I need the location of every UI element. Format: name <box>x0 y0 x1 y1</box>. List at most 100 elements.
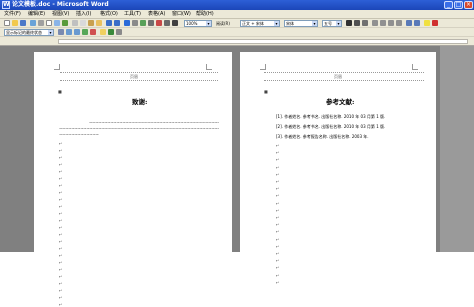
menu-insert[interactable]: 插入(I) <box>76 11 91 18</box>
font-size-select[interactable]: 五号 ▾ <box>322 20 342 27</box>
page-header[interactable]: 页眉 <box>60 72 218 81</box>
crop-mark <box>412 64 418 70</box>
reference-item: [3]. 作者姓名. 参考报告名称. 出版社名称. 2003 年. <box>276 134 369 139</box>
paragraph-mark: ↵ <box>59 288 63 293</box>
previous-change-icon[interactable] <box>66 29 72 35</box>
paragraph-mark: ↵ <box>59 281 63 286</box>
reading-button[interactable]: 阅读(R) <box>216 20 230 27</box>
excel-icon[interactable] <box>140 20 146 26</box>
spelling-icon[interactable] <box>62 20 68 26</box>
menu-window[interactable]: 窗口(W) <box>172 11 191 18</box>
page-right[interactable]: 页眉 ■ 参考文献: [1]. 作者姓名. 参考书名. 出版社名称. 2010 … <box>240 52 436 284</box>
chevron-down-icon[interactable]: ▾ <box>336 21 341 26</box>
track-changes-icon[interactable] <box>108 29 114 35</box>
permission-icon[interactable] <box>30 20 36 26</box>
references-heading: 参考文献: <box>326 98 355 106</box>
chevron-down-icon[interactable]: ▾ <box>206 21 211 26</box>
minimize-button[interactable]: _ <box>444 1 453 9</box>
paragraph-mark: ↵ <box>59 260 63 265</box>
align-left-icon[interactable] <box>372 20 378 26</box>
chevron-down-icon[interactable]: ▾ <box>274 21 279 26</box>
save-icon[interactable] <box>20 20 26 26</box>
page-left[interactable]: 页眉 ■ 致谢: ~~~~~~~~~~~~~~~~~~~~~~~~~~~~~~~… <box>34 52 232 307</box>
new-comment-icon[interactable] <box>100 29 106 35</box>
align-right-icon[interactable] <box>388 20 394 26</box>
menu-table[interactable]: 表格(A) <box>148 11 165 18</box>
paragraph-mark: ↵ <box>59 141 63 146</box>
bullets-icon[interactable] <box>414 20 420 26</box>
crop-mark <box>206 64 212 70</box>
paragraph-mark: ↵ <box>276 279 280 285</box>
redo-icon[interactable] <box>114 20 120 26</box>
columns-icon[interactable] <box>148 20 154 26</box>
zoom-select[interactable]: 100% ▾ <box>184 20 212 27</box>
document-area[interactable]: 页眉 ■ 致谢: ~~~~~~~~~~~~~~~~~~~~~~~~~~~~~~~… <box>0 46 474 307</box>
paragraph-mark: ↵ <box>59 218 63 223</box>
paragraph-mark: ↵ <box>59 169 63 174</box>
font-color-icon[interactable] <box>432 20 438 26</box>
font-select[interactable]: 宋体 ▾ <box>284 20 318 27</box>
maximize-button[interactable]: □ <box>454 1 463 9</box>
hyperlink-icon[interactable] <box>124 20 130 26</box>
paragraph-mark: ↵ <box>276 222 280 228</box>
cut-icon[interactable] <box>72 20 78 26</box>
horizontal-ruler[interactable] <box>0 37 474 46</box>
page-header[interactable]: 页眉 <box>264 72 424 81</box>
italic-icon[interactable] <box>354 20 360 26</box>
reviewing-pane-icon[interactable] <box>116 29 122 35</box>
paragraph-mark: ↵ <box>59 246 63 251</box>
paragraph-mark: ↵ <box>276 164 280 170</box>
menu-format[interactable]: 格式(O) <box>100 11 118 18</box>
show-icon[interactable] <box>58 29 64 35</box>
format-painter-icon[interactable] <box>96 20 102 26</box>
menu-help[interactable]: 帮助(H) <box>196 11 214 18</box>
table-icon[interactable] <box>132 20 138 26</box>
reject-change-icon[interactable] <box>90 29 96 35</box>
justify-icon[interactable] <box>396 20 402 26</box>
next-change-icon[interactable] <box>74 29 80 35</box>
paste-icon[interactable] <box>88 20 94 26</box>
menu-tools[interactable]: 工具(T) <box>124 11 141 18</box>
crop-mark <box>260 64 266 70</box>
copy-icon[interactable] <box>80 20 86 26</box>
chevron-down-icon[interactable]: ▾ <box>48 30 53 35</box>
menu-view[interactable]: 视图(V) <box>52 11 69 18</box>
new-icon[interactable] <box>4 20 10 26</box>
paragraph-mark: ↵ <box>59 267 63 272</box>
underline-icon[interactable] <box>362 20 368 26</box>
undo-icon[interactable] <box>106 20 112 26</box>
bold-icon[interactable] <box>346 20 352 26</box>
ack-lines: ~~~~~~~~~~~~~~~~~~~~~~~~~~~~~~~~~~~~~~~~… <box>59 120 219 138</box>
paragraph-mark: ↵ <box>276 171 280 177</box>
bullet-mark: ■ <box>264 89 268 94</box>
align-center-icon[interactable] <box>380 20 386 26</box>
print-icon[interactable] <box>46 20 52 26</box>
print-preview-icon[interactable] <box>54 20 60 26</box>
drawing-icon[interactable] <box>156 20 162 26</box>
document-map-icon[interactable] <box>164 20 170 26</box>
paragraph-mark: ↵ <box>276 229 280 235</box>
window-title: 论文模板.doc - Microsoft Word <box>12 1 109 8</box>
display-for-review-select[interactable]: 显示标记的最终状态 ▾ <box>4 29 54 36</box>
paragraph-mark: ↵ <box>276 143 280 148</box>
menu-file[interactable]: 文件(F) <box>4 11 21 18</box>
numbering-icon[interactable] <box>406 20 412 26</box>
header-label: 页眉 <box>130 74 138 79</box>
email-icon[interactable] <box>38 20 44 26</box>
paragraph-mark: ↵ <box>59 197 63 202</box>
paragraph-mark: ↵ <box>276 207 280 213</box>
close-button[interactable]: × <box>464 1 473 9</box>
show-hide-icon[interactable] <box>172 20 178 26</box>
paragraph-mark: ↵ <box>276 150 280 156</box>
header-label: 页眉 <box>334 74 342 79</box>
style-select[interactable]: 正文 + 宋体 ▾ <box>240 20 280 27</box>
open-icon[interactable] <box>12 20 18 26</box>
paragraph-mark: ↵ <box>59 155 63 160</box>
font-size-value: 五号 <box>324 21 332 26</box>
standard-toolbar: 100% ▾ 阅读(R) 正文 + 宋体 ▾ 宋体 ▾ 五号 ▾ <box>0 19 474 28</box>
highlight-icon[interactable] <box>424 20 430 26</box>
accept-change-icon[interactable] <box>82 29 88 35</box>
chevron-down-icon[interactable]: ▾ <box>312 21 317 26</box>
title-bar[interactable]: W 论文模板.doc - Microsoft Word _ □ × <box>0 0 474 10</box>
menu-edit[interactable]: 编辑(E) <box>28 11 45 18</box>
